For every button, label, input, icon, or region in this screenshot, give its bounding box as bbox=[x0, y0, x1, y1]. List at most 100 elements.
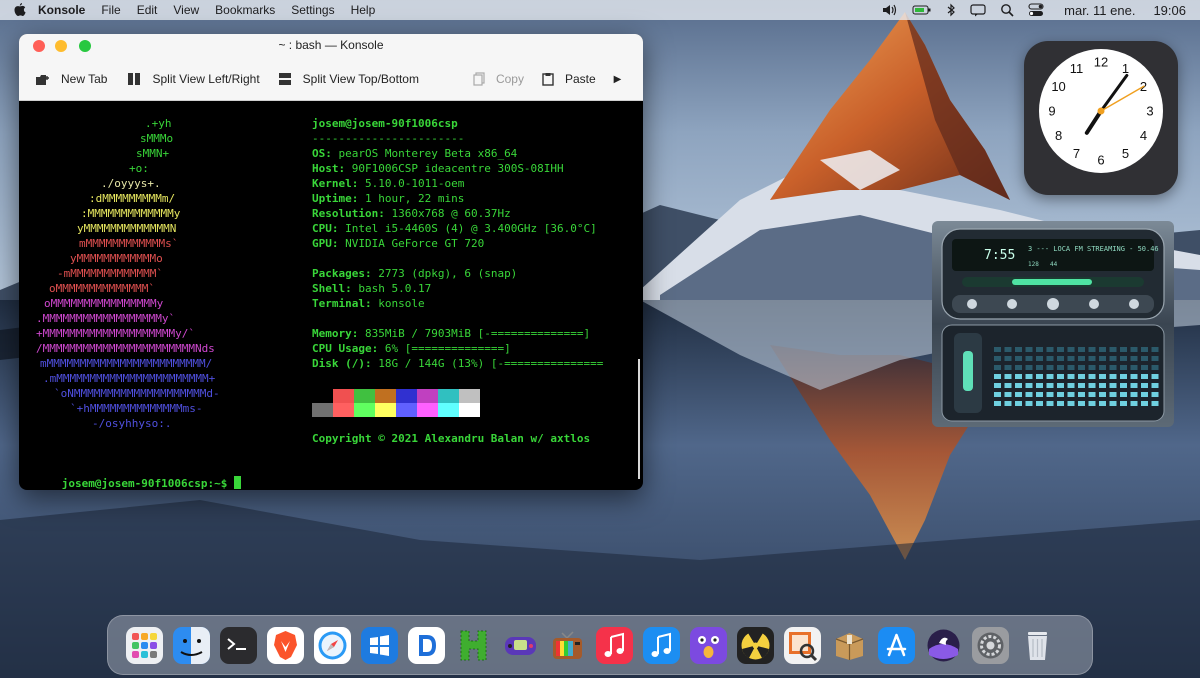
boot-camp-icon[interactable] bbox=[925, 627, 962, 664]
system-info-row: Shell: bash 5.0.17 bbox=[312, 281, 431, 296]
dashlane-icon[interactable] bbox=[408, 627, 445, 664]
eq-segment bbox=[1067, 392, 1075, 397]
bluetooth-icon[interactable] bbox=[946, 3, 956, 17]
new-tab-button[interactable]: New Tab bbox=[35, 72, 107, 86]
palette-swatch bbox=[375, 389, 396, 403]
toolbar-overflow-button[interactable]: ▶ bbox=[614, 74, 622, 85]
volume-icon[interactable] bbox=[882, 4, 898, 16]
eq-segment bbox=[1141, 356, 1148, 361]
menu-app-name[interactable]: Konsole bbox=[30, 0, 93, 20]
retro-tv-icon[interactable] bbox=[549, 627, 586, 664]
eq-segment bbox=[1025, 392, 1033, 397]
eq-segment bbox=[1109, 347, 1117, 352]
eq-segment bbox=[1130, 365, 1138, 370]
split-left-right-button[interactable]: Split View Left/Right bbox=[127, 72, 260, 86]
nuclear-app-icon[interactable] bbox=[737, 627, 774, 664]
control-center-icon[interactable] bbox=[1028, 3, 1044, 17]
player-seek-bar[interactable] bbox=[1012, 279, 1092, 285]
game-boy-emulator-icon[interactable] bbox=[502, 627, 539, 664]
eq-segment bbox=[1067, 347, 1075, 352]
palette-swatch bbox=[438, 389, 459, 403]
hedge-app-icon[interactable] bbox=[455, 627, 492, 664]
window-titlebar[interactable]: ~ : bash — Konsole New Tab Split View Le… bbox=[19, 34, 643, 101]
system-preferences-icon[interactable] bbox=[972, 627, 1009, 664]
eq-segment bbox=[1057, 365, 1064, 370]
text-cursor bbox=[233, 476, 241, 489]
eq-segment bbox=[1004, 392, 1012, 397]
clock-number: 3 bbox=[1146, 104, 1153, 119]
preview-app-icon[interactable] bbox=[784, 627, 821, 664]
trash-icon[interactable] bbox=[1019, 627, 1056, 664]
windows-app-icon[interactable] bbox=[361, 627, 398, 664]
search-icon[interactable] bbox=[1000, 3, 1014, 17]
eq-segment bbox=[1057, 356, 1064, 361]
eq-segment bbox=[1057, 383, 1064, 388]
ascii-logo-line: mMMMMMMMMMMMMMMMMMMMMMMMM/ bbox=[40, 357, 213, 370]
player-time: 7:55 bbox=[984, 248, 1015, 263]
palette-swatch bbox=[354, 403, 375, 417]
player-volume-slider[interactable] bbox=[963, 351, 973, 391]
menu-help[interactable]: Help bbox=[343, 0, 384, 20]
player-bitrate: 128 bbox=[1028, 261, 1039, 268]
eq-segment bbox=[1004, 347, 1012, 352]
info-key: Resolution bbox=[312, 207, 379, 220]
eq-segment bbox=[1151, 374, 1159, 379]
ascii-logo-line: -mMMMMMMMMMMMMM` bbox=[57, 267, 163, 280]
eq-segment bbox=[1036, 347, 1043, 352]
eq-segment bbox=[1067, 365, 1075, 370]
menu-edit[interactable]: Edit bbox=[129, 0, 166, 20]
ascii-logo-line: :dMMMMMMMMMm/ bbox=[89, 192, 176, 205]
eq-segment bbox=[1109, 374, 1117, 379]
launchpad-icon[interactable] bbox=[126, 627, 163, 664]
notification-icon[interactable] bbox=[970, 3, 986, 17]
copy-button[interactable]: Copy bbox=[473, 72, 524, 86]
eq-segment bbox=[1141, 365, 1148, 370]
shell-prompt[interactable]: josem@josem-90f1006csp:~$ bbox=[22, 461, 241, 490]
palette-swatch bbox=[438, 403, 459, 417]
palette-swatch bbox=[312, 389, 333, 403]
media-player-widget[interactable]: 7:55 3 --- LOCA FM STREAMING - 50.46 128… bbox=[932, 221, 1174, 427]
paste-button[interactable]: Paste bbox=[542, 72, 596, 86]
menubar-time[interactable]: 19:06 bbox=[1153, 3, 1186, 18]
podcast-bot-icon[interactable] bbox=[690, 627, 727, 664]
app-store-icon[interactable] bbox=[878, 627, 915, 664]
menu-view[interactable]: View bbox=[165, 0, 207, 20]
eq-segment bbox=[1088, 347, 1096, 352]
info-colon: : bbox=[364, 357, 379, 370]
finder-icon[interactable] bbox=[173, 627, 210, 664]
music-player-icon[interactable] bbox=[643, 627, 680, 664]
eq-segment bbox=[994, 374, 1001, 379]
system-info-row: Packages: 2773 (dpkg), 6 (snap) bbox=[312, 266, 517, 281]
split-top-bottom-button[interactable]: Split View Top/Bottom bbox=[278, 72, 419, 86]
eq-segment bbox=[1109, 383, 1117, 388]
menubar-date[interactable]: mar. 11 ene. bbox=[1064, 3, 1135, 18]
clock-number: 1 bbox=[1122, 61, 1129, 76]
terminal-app-icon[interactable] bbox=[220, 627, 257, 664]
eq-segment bbox=[1151, 383, 1159, 388]
menu-settings[interactable]: Settings bbox=[283, 0, 342, 20]
menu-bookmarks[interactable]: Bookmarks bbox=[207, 0, 283, 20]
clock-widget[interactable]: 12 1 2 3 4 5 6 7 8 9 10 11 bbox=[1024, 41, 1178, 195]
menu-file[interactable]: File bbox=[93, 0, 128, 20]
ascii-logo-line: sMMN+ bbox=[136, 147, 170, 160]
terminal-area[interactable]: .+yh sMMMo sMMN+ +o: ./oyyys+.:dMMMMMMMMMm/:… bbox=[19, 101, 643, 490]
brave-browser-icon[interactable] bbox=[267, 627, 304, 664]
eq-segment bbox=[1004, 356, 1012, 361]
ascii-logo-line: /MMMMMMMMMMMMMMMMMMMMMMMNds bbox=[36, 342, 215, 355]
music-app-icon[interactable] bbox=[596, 627, 633, 664]
apple-menu-icon[interactable] bbox=[14, 3, 26, 17]
info-colon: : bbox=[331, 237, 346, 250]
battery-icon[interactable] bbox=[912, 4, 932, 16]
eq-segment bbox=[1130, 392, 1138, 397]
safari-icon[interactable] bbox=[314, 627, 351, 664]
info-key: CPU bbox=[312, 222, 332, 235]
terminal-scrollbar[interactable] bbox=[638, 359, 640, 479]
eq-segment bbox=[1036, 374, 1043, 379]
eq-segment bbox=[1046, 401, 1054, 406]
info-key: GPU bbox=[312, 237, 332, 250]
info-colon: : bbox=[345, 282, 359, 295]
info-key: OS bbox=[312, 147, 326, 160]
archive-utility-icon[interactable] bbox=[831, 627, 868, 664]
new-tab-icon bbox=[36, 74, 49, 85]
eq-segment bbox=[1078, 365, 1085, 370]
